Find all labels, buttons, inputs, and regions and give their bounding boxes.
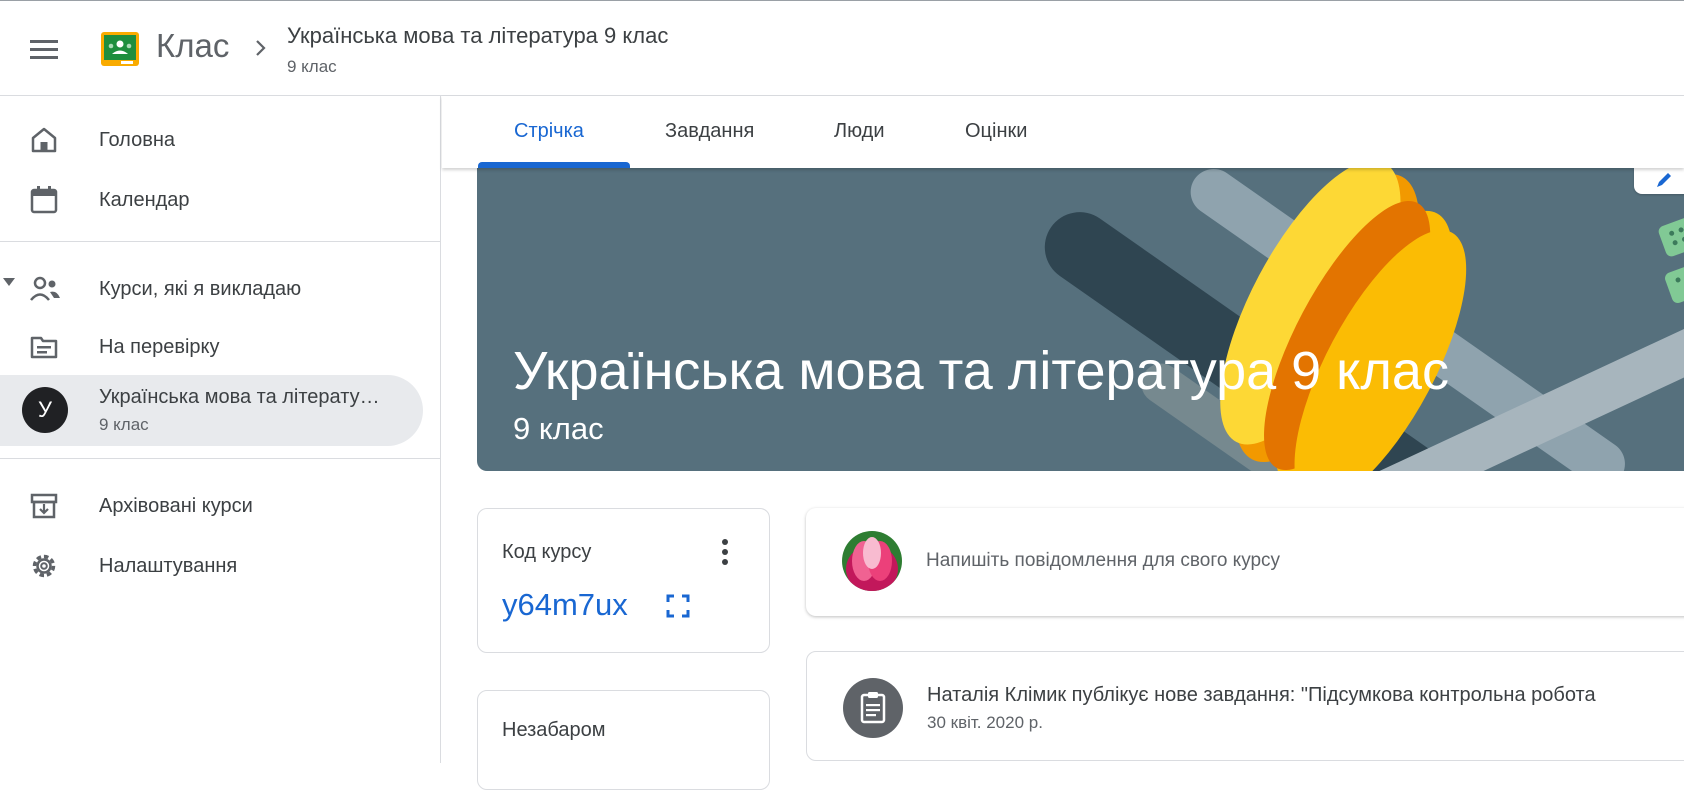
upcoming-card: Незабаром bbox=[477, 690, 770, 790]
announcement-composer[interactable]: Напишіть повідомлення для свого курсу bbox=[806, 508, 1684, 616]
sidebar-item-calendar[interactable]: Календар bbox=[0, 172, 441, 228]
stream-item-date: 30 квіт. 2020 р. bbox=[927, 713, 1043, 732]
sidebar-divider bbox=[0, 241, 440, 242]
banner-illustration bbox=[1044, 168, 1684, 471]
course-code-value[interactable]: y64m7ux bbox=[502, 587, 628, 623]
folder-review-icon bbox=[30, 336, 58, 359]
tab-classwork[interactable]: Завдання bbox=[665, 120, 754, 143]
gear-icon bbox=[32, 554, 56, 578]
more-vert-icon[interactable] bbox=[720, 537, 730, 567]
stream-item-text: Наталія Клімик публікує нове завдання: "… bbox=[927, 684, 1596, 706]
course-tabs: Стрічка Завдання Люди Оцінки bbox=[442, 96, 1684, 168]
chevron-right-icon bbox=[256, 40, 266, 56]
sidebar-item-teaching[interactable]: Курси, які я викладаю bbox=[0, 261, 441, 317]
assignment-icon bbox=[860, 692, 886, 724]
tab-grades[interactable]: Оцінки bbox=[965, 120, 1027, 143]
sidebar-item-label: Архівовані курси bbox=[99, 495, 253, 517]
active-tab-indicator bbox=[478, 162, 630, 168]
sidebar-item-active-course[interactable]: У Українська мова та літерату… 9 клас bbox=[0, 375, 423, 446]
main-menu-icon[interactable] bbox=[24, 33, 64, 65]
course-avatar: У bbox=[22, 387, 68, 433]
sidebar-item-home[interactable]: Головна bbox=[0, 112, 441, 168]
sidebar: Головна Календар Курси, які я викладаю Н… bbox=[0, 96, 441, 763]
stream-item[interactable]: Наталія Клімик публікує нове завдання: "… bbox=[806, 651, 1684, 761]
top-app-bar: Клас Українська мова та література 9 кла… bbox=[0, 0, 1684, 96]
home-icon bbox=[31, 127, 57, 153]
course-banner: Українська мова та література 9 клас 9 к… bbox=[477, 168, 1684, 471]
sidebar-item-label: На перевірку bbox=[99, 336, 220, 358]
user-avatar bbox=[842, 531, 902, 591]
announcement-input-placeholder[interactable]: Напишіть повідомлення для свого курсу bbox=[926, 550, 1280, 572]
archive-icon bbox=[30, 493, 58, 519]
classroom-logo-icon[interactable] bbox=[101, 32, 139, 66]
sidebar-divider bbox=[0, 458, 440, 459]
sidebar-item-label: Налаштування bbox=[99, 555, 238, 577]
banner-course-title: Українська мова та література 9 клас bbox=[513, 341, 1449, 401]
fullscreen-icon[interactable] bbox=[666, 594, 690, 618]
banner-course-subtitle: 9 клас bbox=[513, 411, 604, 446]
app-name[interactable]: Клас bbox=[156, 27, 229, 65]
assignment-avatar bbox=[843, 678, 903, 738]
sidebar-item-to-review[interactable]: На перевірку bbox=[0, 319, 441, 375]
sidebar-course-subtitle: 9 клас bbox=[99, 415, 149, 434]
calendar-icon bbox=[30, 186, 58, 214]
people-icon bbox=[30, 276, 60, 301]
course-code-label: Код курсу bbox=[502, 541, 592, 563]
sidebar-item-label: Календар bbox=[99, 189, 190, 211]
sidebar-item-archived[interactable]: Архівовані курси bbox=[0, 478, 441, 534]
pencil-icon bbox=[1657, 173, 1671, 187]
upcoming-label: Незабаром bbox=[502, 719, 606, 741]
course-code-card: Код курсу y64m7ux bbox=[477, 508, 770, 653]
tab-stream[interactable]: Стрічка bbox=[514, 120, 584, 143]
customize-banner-button[interactable] bbox=[1634, 168, 1684, 194]
sidebar-course-name: Українська мова та літерату… bbox=[99, 386, 380, 408]
tab-people[interactable]: Люди bbox=[834, 120, 885, 143]
sidebar-item-settings[interactable]: Налаштування bbox=[0, 538, 441, 594]
sidebar-item-label: Головна bbox=[99, 129, 175, 151]
breadcrumb-course-subtitle: 9 клас bbox=[287, 57, 337, 76]
breadcrumb-course-title[interactable]: Українська мова та література 9 клас bbox=[287, 23, 668, 49]
sidebar-item-label: Курси, які я викладаю bbox=[99, 278, 302, 300]
